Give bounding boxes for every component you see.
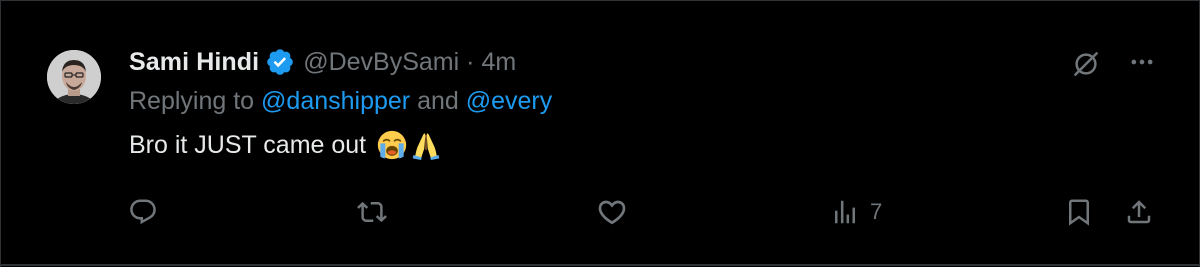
loudly-crying-face-emoji [377,130,407,160]
like-button[interactable] [596,192,628,232]
reply-bubble-icon [130,199,156,225]
views-button[interactable]: 7 [830,192,882,232]
tweet-text: Bro it JUST came out [129,130,441,160]
grok-icon [1074,52,1098,76]
heart-icon [598,200,626,225]
replying-to-line: Replying to @danshipper and @every [129,87,552,116]
retweet-icon [357,201,387,223]
avatar[interactable] [47,50,101,104]
folded-hands-emoji [412,133,440,160]
share-button[interactable] [1124,192,1154,232]
replying-to-prefix: Replying to [129,87,255,115]
left-border [0,0,1,267]
grok-button[interactable] [1066,44,1106,84]
bookmark-icon [1069,199,1089,226]
author-display-name[interactable]: Sami Hindi [129,48,259,77]
bookmark-button[interactable] [1064,192,1094,232]
more-options-button[interactable] [1122,42,1162,82]
bar-chart-icon [835,200,855,224]
avatar-image [47,50,101,104]
more-horizontal-icon [1131,59,1153,65]
mention-link-every[interactable]: @every [466,87,553,116]
mention-link-danshipper[interactable]: @danshipper [261,87,410,116]
top-divider [0,0,1200,1]
views-count: 7 [870,199,883,224]
tweet-timestamp[interactable]: 4m [482,48,517,77]
reply-button[interactable] [128,192,158,232]
share-icon [1127,200,1151,224]
bottom-divider [0,264,1200,266]
tweet-header: Sami Hindi @DevBySami · 4m [129,42,516,82]
verified-badge-icon[interactable] [265,47,295,77]
header-separator: · [466,47,475,76]
author-handle[interactable]: @DevBySami [303,48,459,77]
tweet-text-content: Bro it JUST came out [129,130,367,159]
replying-to-conjunction: and [417,87,459,115]
retweet-button[interactable] [357,192,387,232]
